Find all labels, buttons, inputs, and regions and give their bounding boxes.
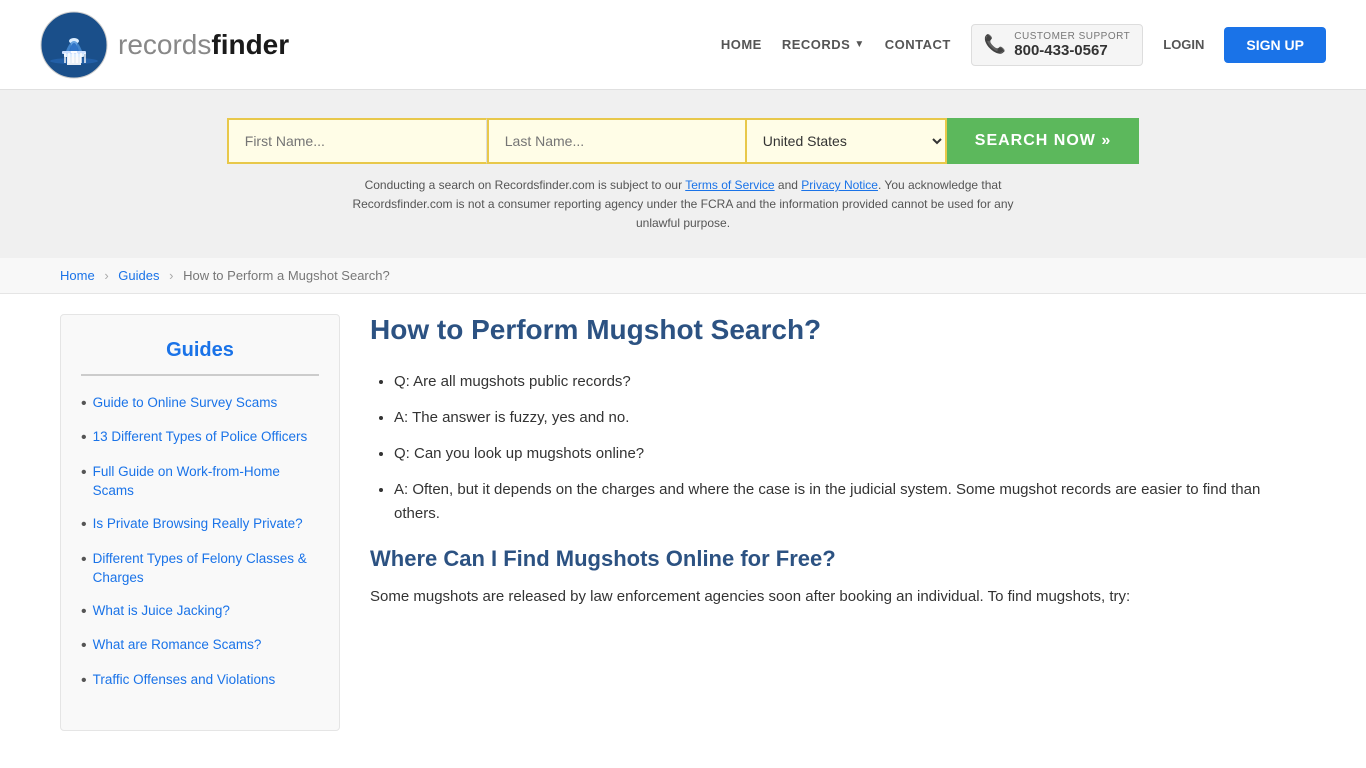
- login-button[interactable]: LOGIN: [1163, 37, 1204, 52]
- nav-home[interactable]: HOME: [721, 37, 762, 52]
- customer-support: 📞 CUSTOMER SUPPORT 800-433-0567: [971, 24, 1143, 66]
- chevron-down-icon: ▼: [854, 39, 864, 50]
- list-item: Traffic Offenses and Violations: [81, 671, 319, 692]
- search-form: United States SEARCH NOW »: [0, 118, 1366, 164]
- breadcrumb-current: How to Perform a Mugshot Search?: [183, 268, 390, 283]
- faq-item-2: A: The answer is fuzzy, yes and no.: [394, 406, 1306, 430]
- list-item: What is Juice Jacking?: [81, 602, 319, 623]
- sidebar: Guides Guide to Online Survey Scams 13 D…: [60, 314, 340, 731]
- breadcrumb-home[interactable]: Home: [60, 268, 95, 283]
- logo-icon: [40, 11, 108, 79]
- site-header: recordsfinder HOME RECORDS ▼ CONTACT 📞 C…: [0, 0, 1366, 90]
- phone-number[interactable]: 800-433-0567: [1014, 42, 1130, 59]
- list-item: Different Types of Felony Classes & Char…: [81, 550, 319, 588]
- faq-item-3: Q: Can you look up mugshots online?: [394, 442, 1306, 466]
- search-disclaimer: Conducting a search on Recordsfinder.com…: [333, 176, 1033, 234]
- breadcrumb-sep-2: ›: [169, 268, 173, 283]
- sidebar-link-romance[interactable]: What are Romance Scams?: [93, 636, 262, 655]
- main-content: Guides Guide to Online Survey Scams 13 D…: [0, 294, 1366, 751]
- faq-item-1: Q: Are all mugshots public records?: [394, 370, 1306, 394]
- sidebar-list: Guide to Online Survey Scams 13 Differen…: [81, 394, 319, 692]
- privacy-link[interactable]: Privacy Notice: [801, 178, 878, 192]
- support-label: CUSTOMER SUPPORT: [1014, 31, 1130, 42]
- sidebar-link-survey[interactable]: Guide to Online Survey Scams: [93, 394, 278, 413]
- article-title: How to Perform Mugshot Search?: [370, 314, 1306, 346]
- breadcrumb: Home › Guides › How to Perform a Mugshot…: [0, 258, 1366, 294]
- breadcrumb-guides[interactable]: Guides: [118, 268, 159, 283]
- search-section: United States SEARCH NOW » Conducting a …: [0, 90, 1366, 258]
- faq-item-4: A: Often, but it depends on the charges …: [394, 478, 1306, 526]
- last-name-input[interactable]: [487, 118, 747, 164]
- nav-contact[interactable]: CONTACT: [885, 37, 951, 52]
- main-nav: HOME RECORDS ▼ CONTACT 📞 CUSTOMER SUPPOR…: [721, 24, 1326, 66]
- breadcrumb-sep-1: ›: [104, 268, 108, 283]
- list-item: Guide to Online Survey Scams: [81, 394, 319, 415]
- faq-list: Q: Are all mugshots public records? A: T…: [370, 370, 1306, 526]
- article-section2-title: Where Can I Find Mugshots Online for Fre…: [370, 546, 1306, 572]
- sidebar-link-private[interactable]: Is Private Browsing Really Private?: [93, 515, 303, 534]
- sidebar-link-traffic[interactable]: Traffic Offenses and Violations: [93, 671, 276, 690]
- logo[interactable]: recordsfinder: [40, 11, 289, 79]
- sidebar-link-felony[interactable]: Different Types of Felony Classes & Char…: [93, 550, 319, 588]
- phone-icon: 📞: [984, 34, 1006, 55]
- sidebar-link-police[interactable]: 13 Different Types of Police Officers: [93, 428, 308, 447]
- sidebar-link-wfh[interactable]: Full Guide on Work-from-Home Scams: [93, 463, 319, 501]
- sidebar-divider: [81, 374, 319, 376]
- list-item: Full Guide on Work-from-Home Scams: [81, 463, 319, 501]
- article-section2-text: Some mugshots are released by law enforc…: [370, 584, 1306, 610]
- country-select[interactable]: United States: [747, 118, 947, 164]
- terms-link[interactable]: Terms of Service: [685, 178, 774, 192]
- nav-records[interactable]: RECORDS ▼: [782, 37, 865, 52]
- sidebar-link-juice[interactable]: What is Juice Jacking?: [93, 602, 230, 621]
- sidebar-title: Guides: [81, 339, 319, 362]
- list-item: Is Private Browsing Really Private?: [81, 515, 319, 536]
- signup-button[interactable]: SIGN UP: [1224, 27, 1326, 63]
- first-name-input[interactable]: [227, 118, 487, 164]
- logo-text: recordsfinder: [118, 29, 289, 61]
- list-item: 13 Different Types of Police Officers: [81, 428, 319, 449]
- article: How to Perform Mugshot Search? Q: Are al…: [370, 314, 1306, 731]
- list-item: What are Romance Scams?: [81, 636, 319, 657]
- search-button[interactable]: SEARCH NOW »: [947, 118, 1139, 164]
